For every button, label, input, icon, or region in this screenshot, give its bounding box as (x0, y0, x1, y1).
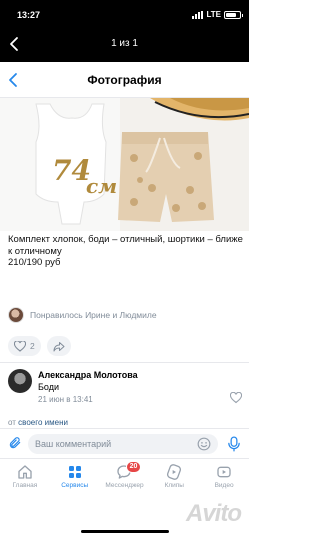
services-grid-icon (68, 466, 81, 478)
tab-messenger[interactable]: 20 Мессенджер (100, 459, 150, 498)
unread-badge: 20 (125, 461, 142, 473)
tab-label: Главная (12, 482, 38, 489)
share-icon (53, 341, 65, 351)
send-as-selector[interactable]: от своего имени (8, 418, 68, 427)
photo-counter: 1 из 1 (111, 38, 138, 49)
bottom-area: Avito (0, 498, 249, 540)
photo-overlay-unit: см (86, 174, 118, 198)
tab-label: Мессенджер (105, 482, 144, 489)
status-indicators: LTE (192, 10, 243, 19)
page-header: Фотография (0, 62, 249, 98)
avito-watermark: Avito (186, 500, 242, 527)
photo-viewer-header: 13:27 LTE 1 из 1 (0, 0, 249, 62)
battery-icon (224, 10, 243, 19)
product-photo[interactable]: 74 см (0, 98, 249, 231)
liked-by-text: Понравилось Ирине и Людмиле (30, 310, 157, 320)
tab-label: Сервисы (61, 482, 89, 489)
status-time: 13:27 (17, 10, 41, 20)
home-icon (18, 465, 32, 479)
avatar (8, 307, 24, 323)
network-label: LTE (206, 10, 221, 19)
clips-icon (167, 464, 182, 480)
tab-home[interactable]: Главная (0, 459, 50, 498)
post-price: 210/190 руб (8, 257, 61, 268)
comment-like-icon[interactable] (230, 392, 242, 404)
heart-icon (14, 340, 26, 352)
bottom-tab-bar: Главная Сервисы 20 Мессенджер Клипы Виде… (0, 458, 249, 498)
emoji-icon[interactable] (197, 437, 211, 451)
signal-icon (192, 10, 204, 19)
page-title: Фотография (87, 73, 162, 87)
like-button[interactable]: 2 (8, 336, 41, 356)
avatar[interactable] (8, 369, 32, 393)
tab-services[interactable]: Сервисы (50, 459, 100, 498)
tab-clips[interactable]: Клипы (149, 459, 199, 498)
post-description: Комплект хлопок, боди – отличный, шортик… (8, 234, 243, 257)
tab-label: Клипы (164, 482, 184, 489)
status-bar: 13:27 LTE (0, 0, 249, 28)
post-actions: 2 (8, 336, 71, 356)
like-count: 2 (30, 341, 35, 351)
comment-date: 21 июн в 13:41 (38, 395, 93, 404)
post-caption: Комплект хлопок, боди – отличный, шортик… (8, 234, 244, 269)
attach-icon[interactable] (8, 436, 22, 450)
video-icon (217, 466, 231, 478)
send-as-prefix: от (8, 418, 16, 427)
clothing-illustration (0, 98, 249, 231)
divider (0, 362, 249, 363)
tab-label: Видео (214, 482, 234, 489)
microphone-icon[interactable] (227, 436, 241, 452)
home-indicator[interactable] (81, 530, 169, 533)
comment-item: Александра Молотова Боди 21 июн в 13:41 (8, 366, 244, 410)
share-button[interactable] (46, 336, 71, 356)
comment-author[interactable]: Александра Молотова (38, 370, 138, 380)
viewer-bar: 1 из 1 (0, 30, 249, 58)
tab-video[interactable]: Видео (199, 459, 249, 498)
comment-text: Боди (38, 382, 59, 392)
comment-input[interactable] (28, 434, 218, 454)
liked-by-row[interactable]: Понравилось Ирине и Людмиле (8, 306, 244, 324)
comment-composer (0, 428, 249, 458)
send-as-link[interactable]: своего имени (18, 418, 68, 427)
